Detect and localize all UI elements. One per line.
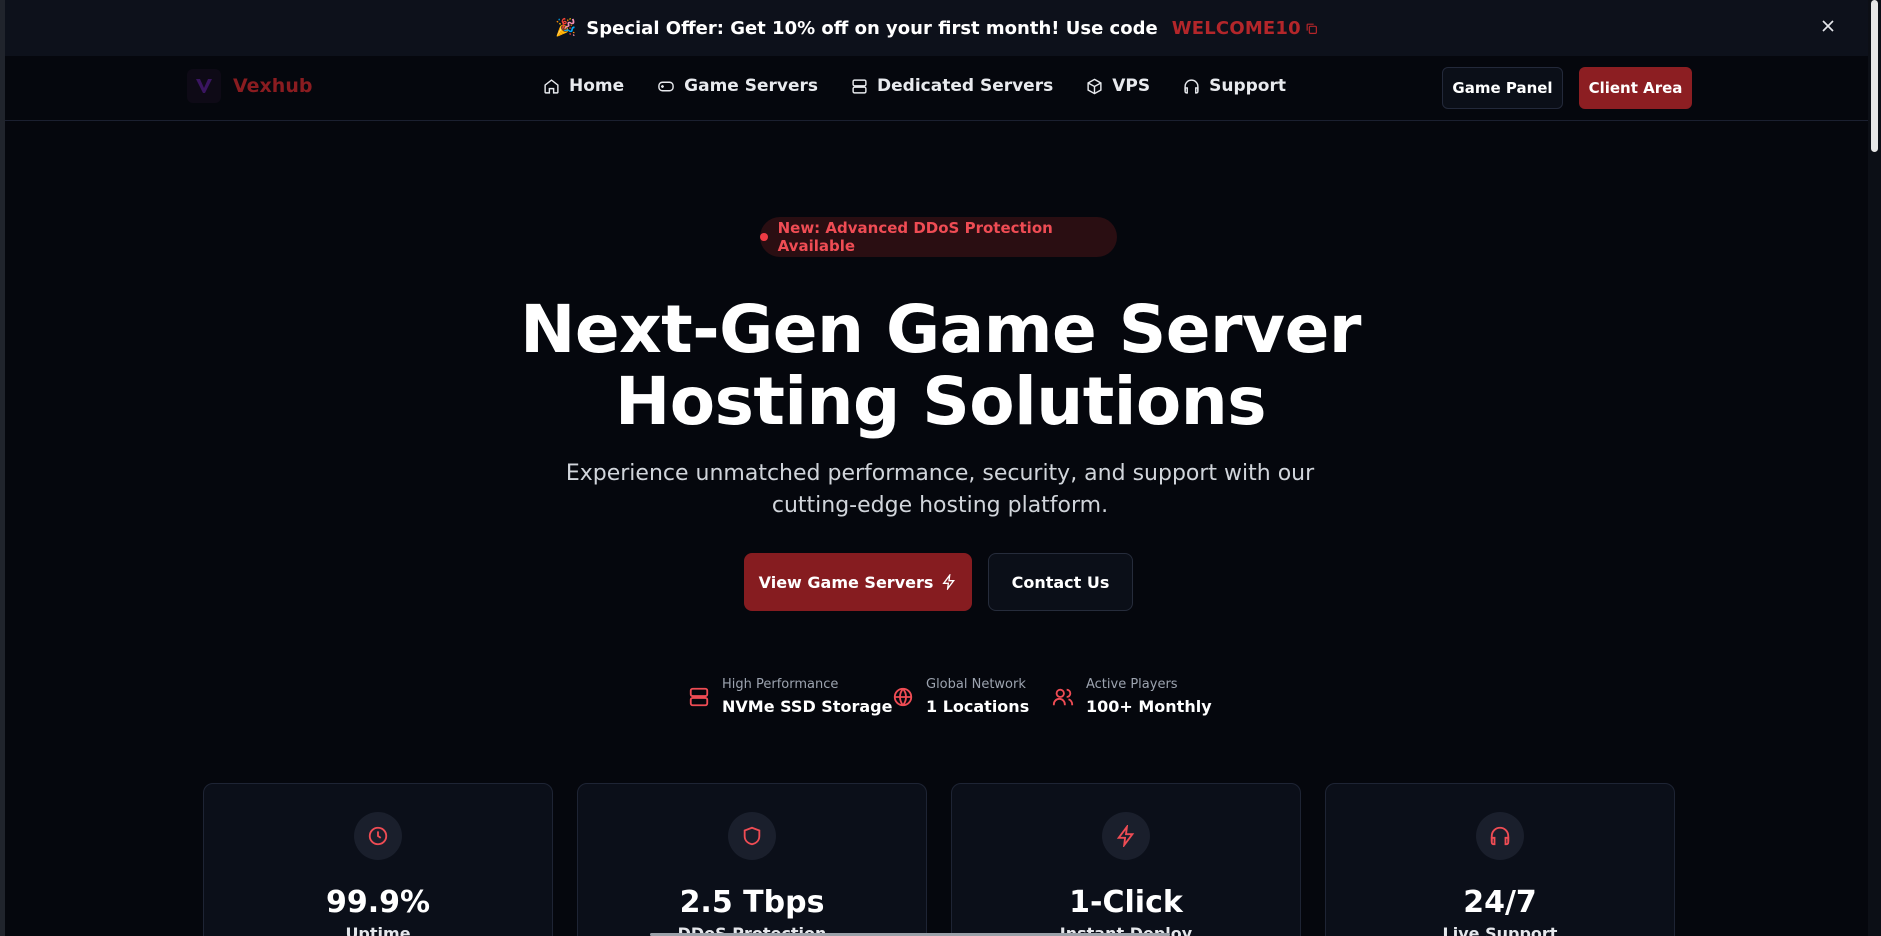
box-icon xyxy=(1087,78,1102,94)
stat-value: 100+ Monthly xyxy=(1086,697,1212,716)
top-navigation: Vexhub Home Game Servers Dedicated Serve… xyxy=(5,56,1868,121)
promo-text: Special Offer: Get 10% off on your first… xyxy=(586,17,1158,39)
nav-link-label: Home xyxy=(569,76,625,96)
promo-code[interactable]: WELCOME10 xyxy=(1172,18,1301,39)
promo-banner: 🎉 Special Offer: Get 10% off on your fir… xyxy=(5,0,1868,56)
clock-icon xyxy=(354,812,402,860)
nav-link-vps[interactable]: VPS xyxy=(1086,76,1150,96)
users-icon xyxy=(1052,688,1074,706)
hero-subtitle: Experience unmatched performance, securi… xyxy=(540,458,1340,522)
vertical-scrollbar[interactable] xyxy=(1868,0,1881,936)
stat-label: Active Players xyxy=(1086,677,1178,692)
brand-name: Vexhub xyxy=(233,75,313,97)
nav-link-label: VPS xyxy=(1112,76,1151,96)
hero-title-line-2: Hosting Solutions xyxy=(614,363,1267,440)
feature-value: 24/7 xyxy=(1463,885,1537,920)
brand-logo[interactable]: Vexhub xyxy=(187,69,312,103)
badge-text: New: Advanced DDoS Protection Available xyxy=(777,219,1053,255)
gamepad-icon xyxy=(658,81,674,91)
nav-link-home[interactable]: Home xyxy=(543,76,624,96)
logo-icon xyxy=(187,69,221,103)
hero-title: Next-Gen Game Server Hosting Solutions xyxy=(0,294,1881,438)
announcement-badge: New: Advanced DDoS Protection Available xyxy=(760,217,1117,257)
home-icon xyxy=(544,78,559,94)
hero-subtitle-line-2: cutting-edge hosting platform. xyxy=(771,493,1109,518)
feature-card-support: 24/7 Live Support xyxy=(1325,783,1675,936)
window-edge xyxy=(0,0,5,936)
stat-value: NVMe SSD Storage xyxy=(722,697,893,716)
lightning-icon xyxy=(942,574,956,590)
client-area-button[interactable]: Client Area xyxy=(1579,67,1692,109)
headphones-icon xyxy=(1476,812,1524,860)
copy-icon[interactable] xyxy=(1305,22,1318,35)
feature-value: 1-Click xyxy=(1069,885,1183,920)
party-popper-icon: 🎉 xyxy=(555,18,577,38)
headphones-icon xyxy=(1184,78,1199,94)
stat-network: Global Network 1 Locations xyxy=(892,676,1029,718)
nav-link-label: Dedicated Servers xyxy=(877,76,1054,96)
feature-value: 99.9% xyxy=(325,885,431,920)
contact-us-button[interactable]: Contact Us xyxy=(988,553,1133,611)
nav-link-label: Game Servers xyxy=(684,76,819,96)
feature-value: 2.5 Tbps xyxy=(679,885,825,920)
stat-label: High Performance xyxy=(722,677,839,692)
feature-card-ddos: 2.5 Tbps DDoS Protection xyxy=(577,783,927,936)
server-icon xyxy=(852,78,867,94)
feature-card-deploy: 1-Click Instant Deploy xyxy=(951,783,1301,936)
nav-link-support[interactable]: Support xyxy=(1183,76,1286,96)
button-label: View Game Servers xyxy=(758,572,934,592)
game-panel-button[interactable]: Game Panel xyxy=(1442,67,1563,109)
nav-link-game-servers[interactable]: Game Servers xyxy=(657,76,818,96)
feature-card-uptime: 99.9% Uptime xyxy=(203,783,553,936)
feature-label: Live Support xyxy=(1442,924,1558,936)
nav-links: Home Game Servers Dedicated Servers VPS … xyxy=(543,76,1319,96)
stat-performance: High Performance NVMe SSD Storage xyxy=(688,676,892,718)
stat-value: 1 Locations xyxy=(926,697,1030,716)
lightning-icon xyxy=(1102,812,1150,860)
nav-link-label: Support xyxy=(1209,76,1286,96)
stat-players: Active Players 100+ Monthly xyxy=(1052,676,1212,718)
shield-icon xyxy=(728,812,776,860)
feature-label: Uptime xyxy=(345,924,411,936)
status-dot xyxy=(760,233,768,241)
hero-subtitle-line-1: Experience unmatched performance, securi… xyxy=(565,461,1315,486)
hero-title-line-1: Next-Gen Game Server xyxy=(520,291,1361,368)
server-icon xyxy=(689,687,709,707)
view-game-servers-button[interactable]: View Game Servers xyxy=(744,553,972,611)
nav-link-dedicated-servers[interactable]: Dedicated Servers xyxy=(851,76,1053,96)
globe-icon xyxy=(893,687,913,707)
close-icon[interactable] xyxy=(1818,16,1838,41)
stat-label: Global Network xyxy=(926,677,1026,692)
scrollbar-thumb[interactable] xyxy=(1871,0,1878,152)
